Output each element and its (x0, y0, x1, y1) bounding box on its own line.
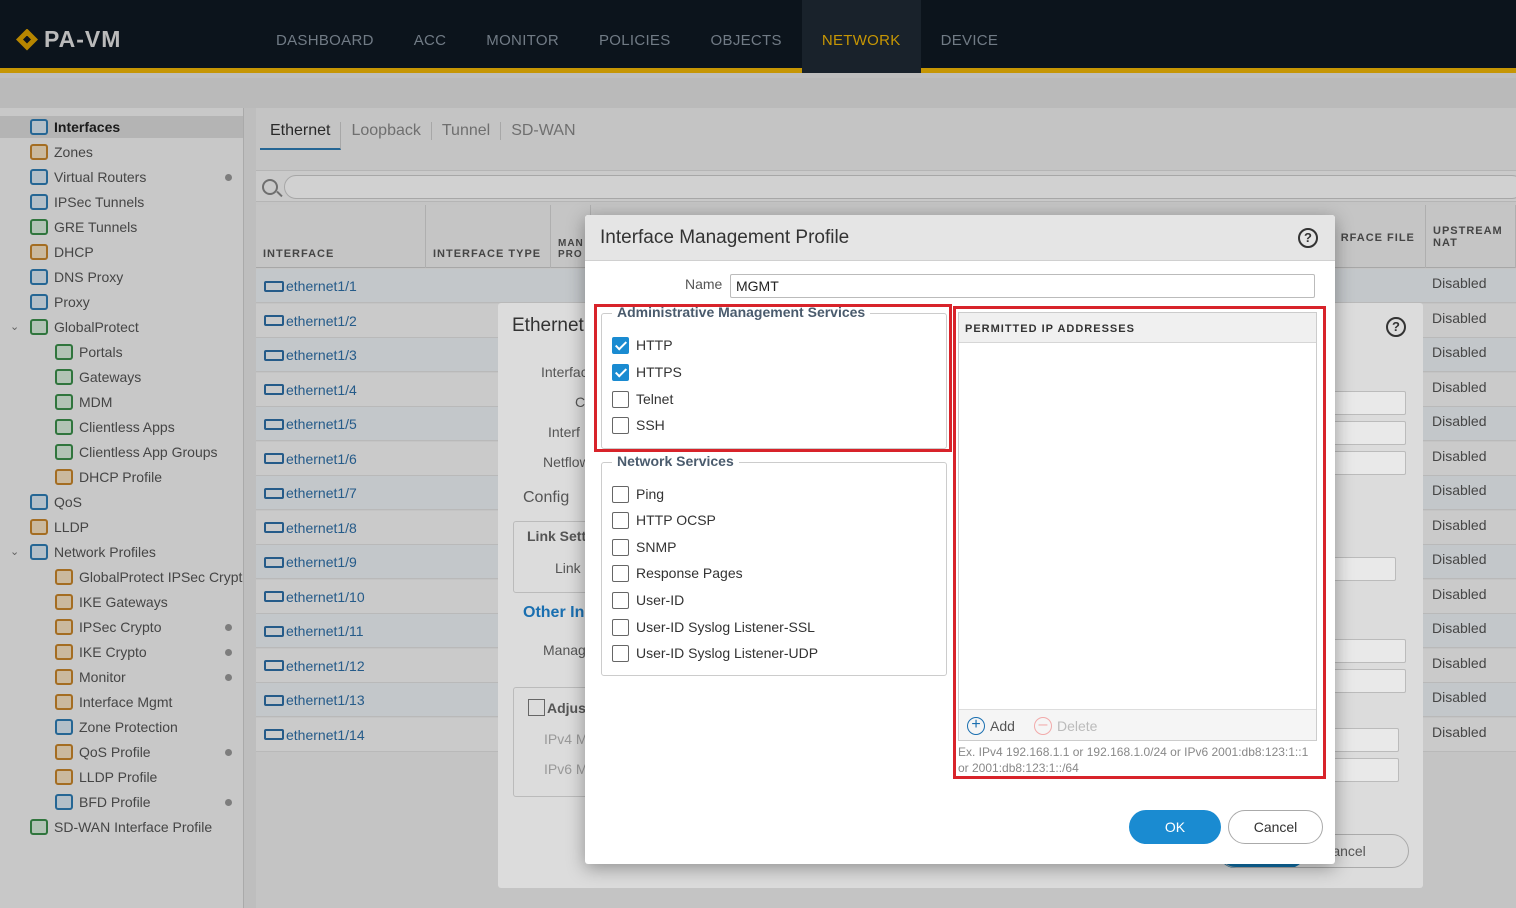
other-info-tab[interactable]: Other In (523, 604, 584, 622)
ipv4-mss-field[interactable] (1333, 728, 1399, 752)
checkbox-icon (612, 511, 629, 529)
user-id-syslog-ssl-checkbox[interactable]: User-ID Syslog Listener-SSL (612, 617, 815, 637)
interface-type-select[interactable] (1333, 421, 1406, 445)
interface-management-profile-dialog: Interface Management Profile ? Name Admi… (585, 215, 1335, 864)
cancel-button[interactable]: Cancel (1228, 810, 1323, 844)
checkbox-icon (612, 485, 629, 503)
dialog-header: Interface Management Profile ? (585, 215, 1335, 261)
ok-button[interactable]: OK (1129, 810, 1221, 844)
netflow-label: Netflow (543, 454, 590, 470)
help-icon[interactable]: ? (1298, 228, 1318, 248)
ipv6-mss-label: IPv6 M (544, 761, 588, 777)
dialog-title: Interface Management Profile (600, 227, 850, 248)
comment-field[interactable] (1333, 391, 1406, 415)
checkbox-icon (612, 644, 629, 662)
checkbox-icon (528, 699, 545, 716)
user-id-checkbox[interactable]: User-ID (612, 590, 684, 610)
comment-label: C (575, 394, 586, 410)
name-input[interactable] (730, 274, 1315, 298)
config-tab[interactable]: Config (523, 489, 569, 507)
netflow-select[interactable] (1333, 451, 1406, 475)
ipv4-mss-label: IPv4 M (544, 731, 588, 747)
interface-label: Interfac (541, 364, 588, 380)
ethernet-dialog-title: Ethernet (512, 315, 584, 336)
snmp-checkbox[interactable]: SNMP (612, 537, 676, 557)
user-id-syslog-udp-checkbox[interactable]: User-ID Syslog Listener-UDP (612, 643, 818, 663)
management-profile-select[interactable] (1333, 639, 1406, 663)
checkbox-icon (612, 538, 629, 556)
name-label: Name (685, 276, 723, 292)
http-ocsp-checkbox[interactable]: HTTP OCSP (612, 510, 716, 530)
highlight-box-permitted-ip (953, 306, 1326, 779)
network-services-legend: Network Services (612, 453, 739, 469)
ipv6-mss-field[interactable] (1333, 758, 1399, 782)
checkbox-icon (612, 591, 629, 609)
highlight-box-admin (594, 304, 952, 452)
link-state-select[interactable] (1333, 557, 1396, 581)
checkbox-icon (612, 564, 629, 582)
response-pages-checkbox[interactable]: Response Pages (612, 563, 743, 583)
ping-checkbox[interactable]: Ping (612, 484, 664, 504)
network-services-group: Network Services Ping HTTP OCSP SNMP Res… (601, 453, 947, 676)
link-settings-legend: Link Setti (527, 528, 591, 544)
help-icon[interactable]: ? (1386, 317, 1406, 337)
management-profile-label: Manag (543, 642, 586, 658)
mtu-field[interactable] (1333, 669, 1406, 693)
link-speed-label: Link (555, 560, 581, 576)
interface-type-label: Interf (548, 424, 580, 440)
checkbox-icon (612, 618, 629, 636)
adjust-tcp-mss-checkbox[interactable]: Adjust (528, 699, 591, 716)
